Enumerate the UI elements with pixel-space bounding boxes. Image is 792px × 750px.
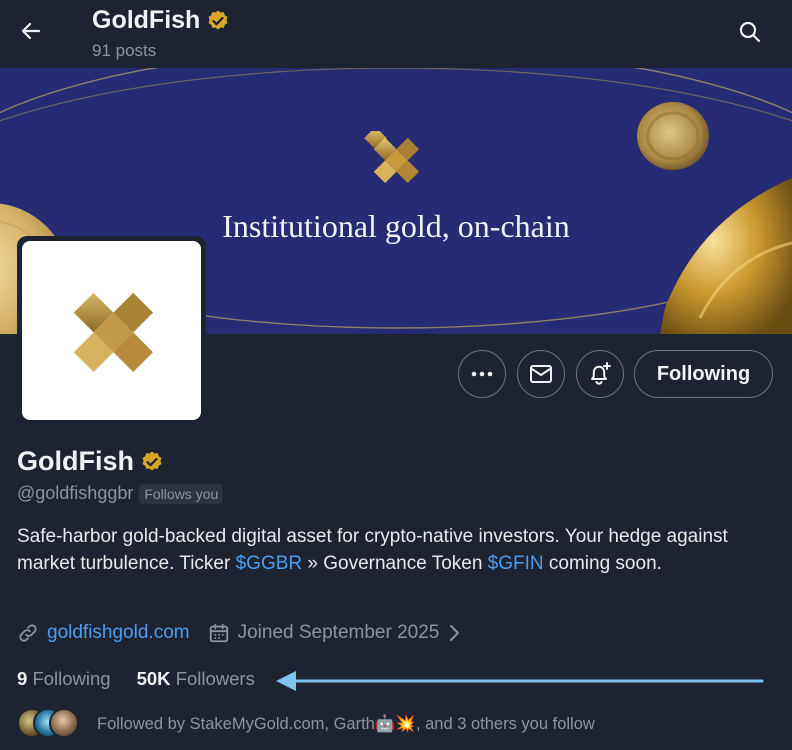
handle-row: @goldfishggbr Follows you xyxy=(17,483,224,504)
cashtag-gfin-link[interactable]: $GFIN xyxy=(488,553,544,574)
profile-bio: Safe-harbor gold-backed digital asset fo… xyxy=(17,524,757,577)
avatar-frame[interactable] xyxy=(17,236,206,425)
following-label: Following xyxy=(32,668,111,689)
following-count: 9 xyxy=(17,668,28,689)
link-icon xyxy=(19,624,37,642)
followed-by[interactable]: Followed by StakeMyGold.com, Garth🤖💥, an… xyxy=(17,708,595,740)
followed-by-text: Followed by StakeMyGold.com, Garth🤖💥, an… xyxy=(97,714,595,733)
back-button[interactable] xyxy=(12,12,50,50)
chevron-right-icon xyxy=(450,625,460,641)
message-button[interactable] xyxy=(517,350,565,398)
header-name: GoldFish xyxy=(92,6,201,34)
follows-you-badge: Follows you xyxy=(139,483,224,504)
cashtag-ggbr-link[interactable]: $GGBR xyxy=(236,553,303,574)
follower-avatar xyxy=(49,708,79,738)
following-button[interactable]: Following xyxy=(634,350,773,398)
goldfish-logo-icon xyxy=(73,292,153,372)
profile-meta: goldfishgold.com Joined September 2025 xyxy=(17,622,461,644)
followers-label: Followers xyxy=(175,668,255,689)
profile-handle: @goldfishggbr xyxy=(17,483,134,503)
annotation-arrow-icon xyxy=(276,671,764,691)
follower-avatars[interactable] xyxy=(17,708,81,740)
calendar-icon xyxy=(209,623,228,643)
following-stat[interactable]: 9 Following xyxy=(17,668,111,690)
search-icon xyxy=(739,21,761,43)
website-link[interactable]: goldfishgold.com xyxy=(47,622,190,644)
top-bar: GoldFish 91 posts xyxy=(0,0,792,68)
arrow-left-icon xyxy=(21,22,41,40)
header-title: GoldFish xyxy=(92,6,230,35)
more-options-button[interactable] xyxy=(458,350,506,398)
notifications-button[interactable] xyxy=(576,350,624,398)
bell-plus-icon xyxy=(591,362,611,385)
banner-logo-icon xyxy=(364,131,420,184)
follow-stats: 9 Following 50K Followers xyxy=(17,668,255,690)
display-name: GoldFish xyxy=(17,446,134,476)
bio-text-3: coming soon. xyxy=(543,552,662,574)
bio-text-2: » Governance Token xyxy=(302,552,488,574)
joined-item[interactable]: Joined September 2025 xyxy=(208,622,462,644)
search-button[interactable] xyxy=(732,14,768,50)
envelope-icon xyxy=(530,365,552,383)
more-dots-icon xyxy=(471,371,493,377)
avatar[interactable] xyxy=(22,241,201,420)
followers-count: 50K xyxy=(136,668,171,689)
post-count: 91 posts xyxy=(92,41,157,60)
profile-name: GoldFish xyxy=(17,446,164,477)
verified-badge-icon xyxy=(208,10,228,29)
verified-badge-icon[interactable] xyxy=(140,450,164,474)
followers-stat[interactable]: 50K Followers xyxy=(137,668,255,690)
joined-date: Joined September 2025 xyxy=(237,622,440,643)
website-item: goldfishgold.com xyxy=(17,622,190,644)
